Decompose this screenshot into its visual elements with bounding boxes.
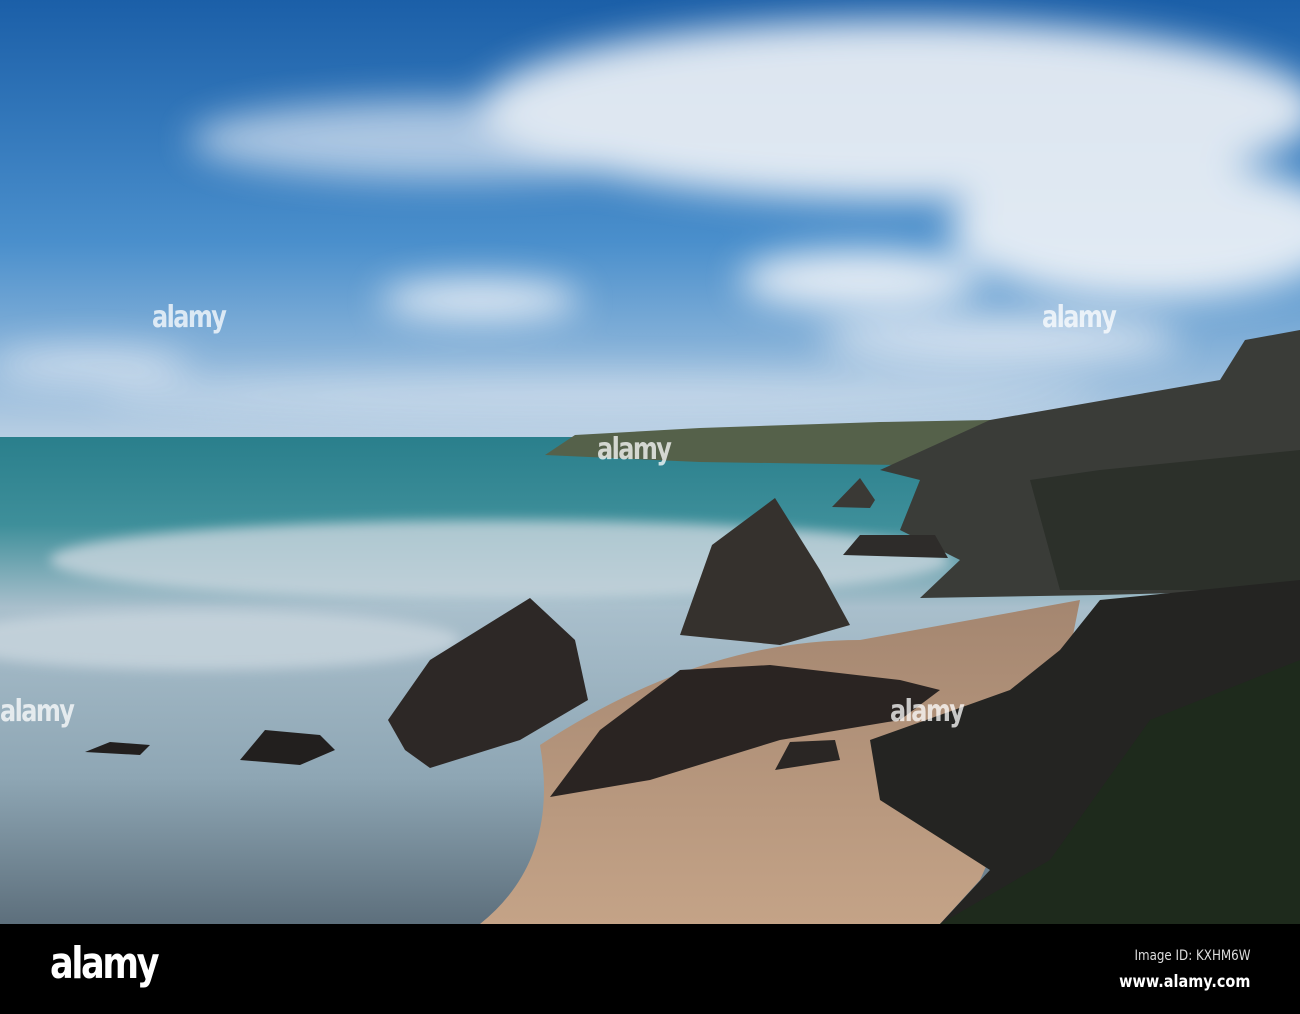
- watermark-logo: alamy: [597, 432, 672, 467]
- site-url: www.alamy.com: [1118, 972, 1250, 992]
- watermark-logo: alamy: [890, 694, 965, 729]
- watermark-bar: alamy Image ID: KXHM6W www.alamy.com: [0, 924, 1300, 1014]
- watermark-logo: alamy: [1042, 300, 1117, 335]
- stock-photo: alamy alamy alamy alamy alamy alamy Imag…: [0, 0, 1300, 1014]
- watermark-logo: alamy: [152, 300, 227, 335]
- image-id: Image ID: KXHM6W: [1133, 948, 1250, 964]
- watermark-logo: alamy: [0, 694, 75, 729]
- alamy-logo: alamy: [50, 938, 160, 989]
